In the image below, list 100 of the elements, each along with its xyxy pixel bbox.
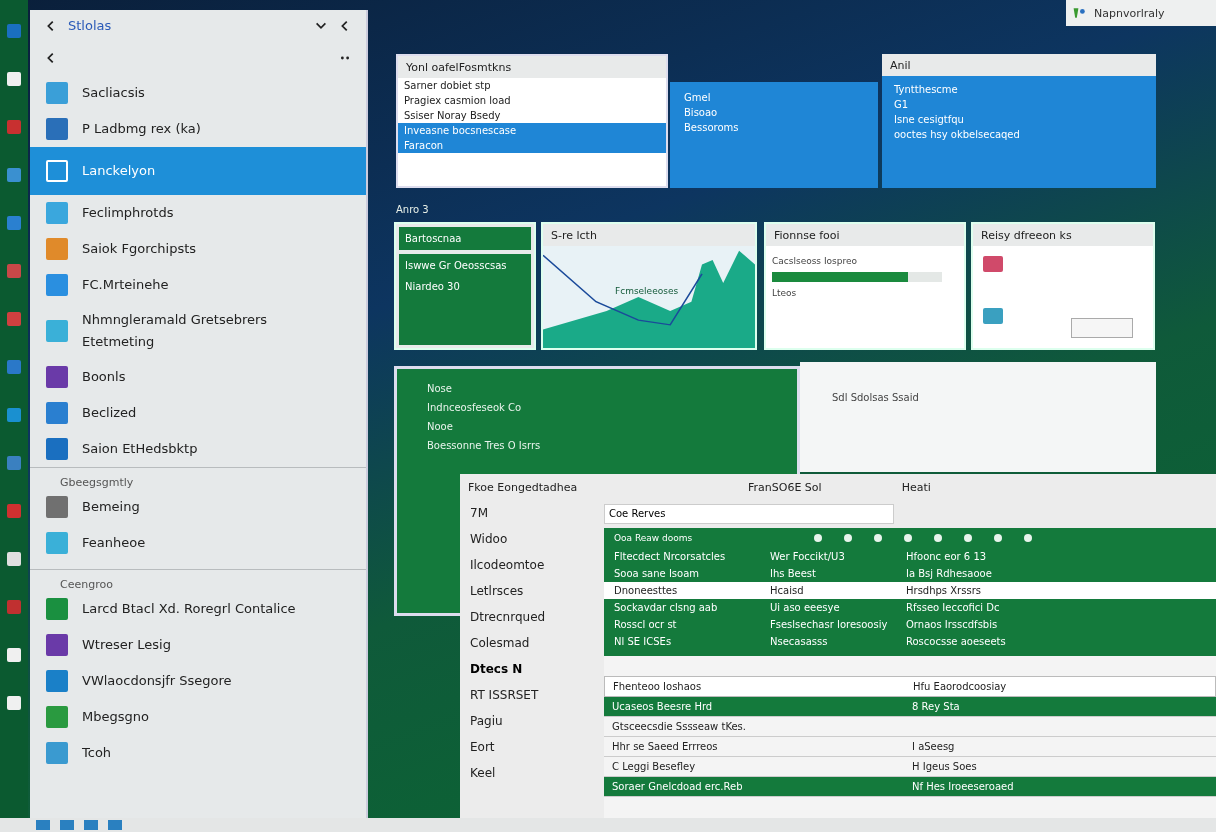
table-row[interactable]: C Leggi Besefley H Igeus Soes (604, 756, 1216, 777)
app-icon (46, 742, 68, 764)
menu-item[interactable]: P Ladbmg rex (ka) (30, 111, 366, 147)
column-header[interactable]: Hfu Eaorodcoosiay (905, 676, 1215, 696)
menu-item[interactable]: Saiok Fgorchipsts (30, 231, 366, 267)
menu-item[interactable]: Wtreser Lesig (30, 627, 366, 663)
app-icon[interactable] (7, 360, 21, 374)
menu-item[interactable]: Sacliacsis (30, 75, 366, 111)
menu-item[interactable]: Beclized (30, 395, 366, 431)
app-icon[interactable] (7, 168, 21, 182)
table-row[interactable]: Ucaseos Beesre Hrd 8 Rey Sta (604, 696, 1216, 717)
table-row[interactable]: Nl SE ICSEs Nsecasasss Roscocsse aoeseets (604, 632, 1216, 650)
table-row[interactable]: Sockavdar clsng aab Ui aso eeesye Rfsseo Ieccofici Dc (604, 598, 1216, 616)
table-row[interactable]: Gtsceecsdie Sssseaw tKes. (604, 716, 1216, 737)
group-heading: Ceengroo (59, 578, 114, 591)
card-text: Niardeo 30 (405, 281, 461, 292)
nav-item[interactable]: 7M (470, 500, 594, 526)
menu-item[interactable]: Bemeing (30, 489, 366, 525)
menu-item[interactable]: Mbegsgno (30, 699, 366, 735)
app-icon (46, 438, 68, 460)
nav-item[interactable]: Keel (470, 760, 594, 786)
image-icon (983, 308, 1003, 324)
app-icon[interactable] (7, 552, 21, 566)
window-title: Fionnse fooi (774, 228, 840, 242)
nav-item[interactable]: Eort (470, 734, 594, 760)
taskbar-icon[interactable] (60, 820, 74, 830)
window-title: Anil (890, 58, 911, 72)
nav-item[interactable]: RT ISSRSET (470, 682, 594, 708)
group-heading: Gbeegsgmtly (59, 476, 135, 489)
app-icon[interactable] (7, 24, 21, 38)
taskbar-icon[interactable] (36, 820, 50, 830)
toolbar-icon[interactable] (932, 531, 944, 544)
app-icon (46, 366, 68, 388)
table-row[interactable]: Rosscl ocr st Fseslsechasr Ioresoosiy Ornaos Irsscdfsbis (604, 615, 1216, 633)
app-icon[interactable] (7, 72, 21, 86)
list-row[interactable]: Inveasne bocsnescase (398, 123, 666, 138)
window-title: S-re lcth (551, 228, 597, 242)
menu-item[interactable]: Saion EtHedsbktp (30, 431, 366, 467)
list-row[interactable]: Ssiser Noray Bsedy (398, 108, 666, 123)
app-icon (46, 320, 68, 342)
column-header[interactable]: Fhenteoo Ioshaos (605, 676, 905, 696)
menu-item[interactable]: Lanckelyon (30, 147, 366, 195)
toolbar-icon[interactable] (842, 531, 854, 544)
app-icon (46, 496, 68, 518)
app-icon[interactable] (7, 312, 21, 326)
nav-item[interactable]: Letlrsces (470, 578, 594, 604)
toolbar-icon[interactable] (1022, 531, 1034, 544)
list-row[interactable]: Faracon (398, 138, 666, 153)
toolbar-icon[interactable] (962, 531, 974, 544)
menu-item[interactable]: VWlaocdonsjfr Ssegore (30, 663, 366, 699)
menu-label: Heati (901, 480, 931, 494)
app-icon[interactable] (7, 696, 21, 710)
nav-item[interactable]: Dtecs N (470, 656, 594, 682)
nav-item[interactable]: Pagiu (470, 708, 594, 734)
table-row[interactable]: Fltecdect Nrcorsatcles Wer Foccikt/U3 Hfoonc eor 6 13 (604, 547, 1216, 565)
table-row[interactable]: Hhr se Saeed Errreos I aSeesg (604, 736, 1216, 757)
chart-label: Fcmseleeoses (613, 286, 681, 296)
list-text: Indnceosfeseok Co (427, 402, 523, 413)
app-icon[interactable] (7, 408, 21, 422)
app-icon (46, 402, 68, 424)
menu-item[interactable]: Nhmngleramald Gretsebrers Etetmeting (30, 303, 366, 359)
app-icon[interactable] (7, 456, 21, 470)
search-field[interactable]: Coe Rerves (604, 503, 894, 524)
app-icon[interactable] (7, 504, 21, 518)
nav-item[interactable]: Widoo (470, 526, 594, 552)
app-icon (46, 598, 68, 620)
taskbar-icon[interactable] (108, 820, 122, 830)
menu-item[interactable]: Feanheoe (30, 525, 366, 561)
taskbar-icon[interactable] (84, 820, 98, 830)
app-icon[interactable] (7, 264, 21, 278)
card-text: Iswwe Gr Oeosscsas (405, 260, 508, 271)
toolbar-icon[interactable] (872, 531, 884, 544)
group-label: Anro 3 (396, 204, 429, 215)
list-text: Nooe (427, 421, 454, 432)
menu-item[interactable]: Feclimphrotds (30, 195, 366, 231)
app-icon[interactable] (7, 600, 21, 614)
table-row[interactable]: Soraer Gnelcdoad erc.Reb Nf Hes Iroeeseroaed (604, 776, 1216, 797)
toolbar-icon[interactable] (902, 531, 914, 544)
menu-item[interactable]: Tcoh (30, 735, 366, 771)
dialog-button[interactable] (1071, 318, 1133, 338)
toolbar-icon[interactable] (992, 531, 1004, 544)
app-icon (46, 202, 68, 224)
window-title: Yonl oafelFosmtkns (406, 60, 512, 74)
menu-item[interactable]: Boonls (30, 359, 366, 395)
app-icon (46, 670, 68, 692)
app-icon[interactable] (7, 120, 21, 134)
nav-item[interactable]: Dtrecnrqued (470, 604, 594, 630)
window-title: Fkoe Eongedtadhea (468, 480, 579, 494)
app-icon (46, 532, 68, 554)
app-icon[interactable] (7, 216, 21, 230)
list-row[interactable]: Pragiex casmion load (398, 93, 666, 108)
toolbar-icon[interactable] (812, 531, 824, 544)
table-row[interactable]: Sooa sane Isoam Ihs Beest Ia Bsj Rdhesaooe (604, 564, 1216, 582)
menu-item[interactable]: FC.Mrteinehe (30, 267, 366, 303)
menu-item[interactable]: Larcd Btacl Xd. Roregrl Contalice (30, 591, 366, 627)
app-icon[interactable] (7, 648, 21, 662)
nav-item[interactable]: Ilcodeomtoe (470, 552, 594, 578)
nav-item[interactable]: Colesmad (470, 630, 594, 656)
list-row[interactable]: Sarner dobiet stp (398, 78, 666, 93)
table-row[interactable]: Dnoneesttes Hcaisd Hrsdhps Xrssrs (604, 581, 1216, 599)
